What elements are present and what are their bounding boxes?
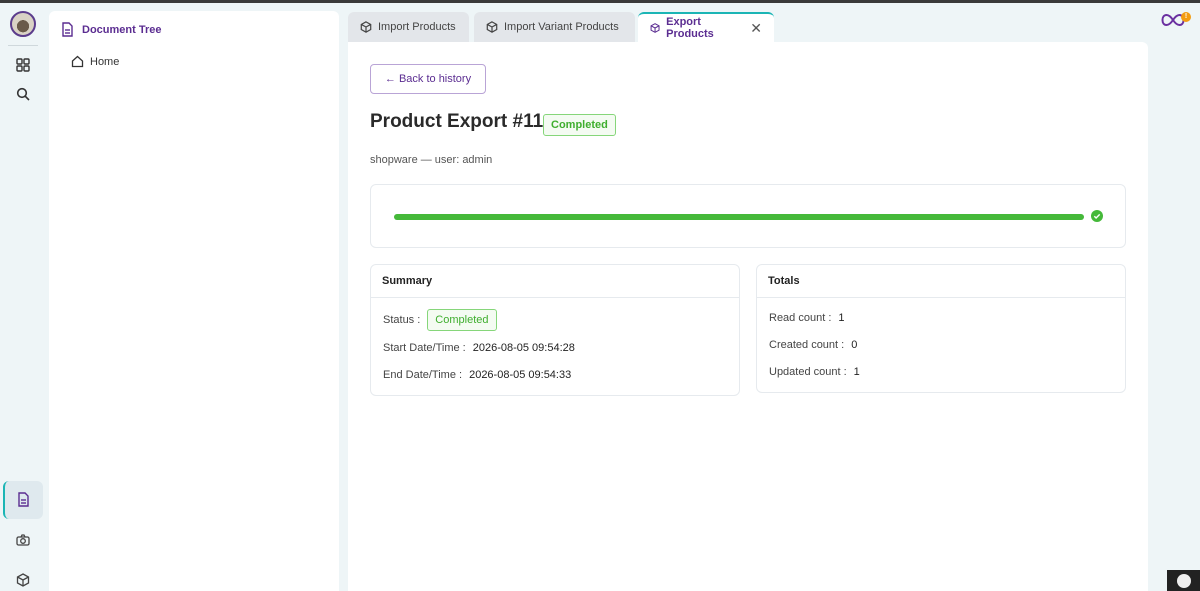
main-panel: ← Back to history Product Export #11 Com…	[348, 42, 1148, 591]
updated-count-row: Updated count : 1	[769, 366, 860, 378]
cube-icon	[360, 21, 372, 33]
tree-item-home[interactable]: Home	[71, 55, 119, 68]
home-icon	[71, 55, 84, 68]
tab-export-products[interactable]: Export Products ✕	[638, 12, 774, 42]
start-value: 2026-08-05 09:54:28	[472, 342, 575, 354]
summary-card: Summary Status : Completed Start Date/Ti…	[370, 264, 740, 396]
updated-count-value: 1	[853, 366, 860, 378]
tab-label: Export Products	[666, 16, 714, 40]
created-count-value: 0	[851, 339, 858, 351]
document-tree-title: Document Tree	[82, 23, 162, 36]
dashboard-icon[interactable]	[13, 55, 33, 75]
status-badge: Completed	[427, 309, 497, 331]
symfony-toolbar-icon[interactable]	[1167, 570, 1200, 591]
back-to-history-button[interactable]: ← Back to history	[370, 64, 486, 94]
read-count-value: 1	[838, 312, 845, 324]
progress-fill	[394, 214, 1084, 220]
top-border	[0, 0, 1200, 3]
totals-card: Totals Read count : 1 Created count : 0 …	[756, 264, 1126, 393]
summary-status-row: Status : Completed	[383, 309, 497, 331]
tab-label: Import Products	[378, 21, 456, 33]
cube-icon	[486, 21, 498, 33]
document-icon	[62, 22, 73, 37]
updated-count-label: Updated count :	[769, 366, 847, 378]
read-count-label: Read count :	[769, 312, 832, 324]
summary-start-row: Start Date/Time : 2026-08-05 09:54:28	[383, 342, 575, 354]
tab-import-products[interactable]: Import Products	[348, 12, 469, 42]
cube-icon[interactable]	[13, 570, 33, 590]
tree-item-label: Home	[90, 55, 120, 68]
avatar[interactable]	[10, 11, 36, 37]
start-label: Start Date/Time :	[383, 342, 466, 354]
document-tree-header: Document Tree	[61, 22, 161, 37]
check-circle-icon	[1091, 210, 1103, 222]
cube-icon	[650, 23, 660, 33]
read-count-row: Read count : 1	[769, 312, 845, 324]
export-subtitle: shopware — user: admin	[370, 154, 493, 166]
camera-icon[interactable]	[13, 530, 33, 550]
created-count-row: Created count : 0	[769, 339, 857, 351]
end-label: End Date/Time :	[383, 369, 463, 381]
created-count-label: Created count :	[769, 339, 845, 351]
status-badge: Completed	[543, 114, 616, 136]
progress-bar	[394, 214, 1084, 220]
end-value: 2026-08-05 09:54:33	[469, 369, 572, 381]
tab-import-variant-products[interactable]: Import Variant Products	[474, 12, 635, 42]
left-rail	[0, 3, 46, 591]
summary-heading: Summary	[371, 265, 739, 298]
page-title: Product Export #11	[370, 111, 544, 132]
notification-badge[interactable]: !	[1181, 12, 1191, 22]
close-icon[interactable]: ✕	[750, 20, 762, 37]
tab-label: Import Variant Products	[504, 21, 619, 33]
totals-heading: Totals	[757, 265, 1125, 298]
document-tree-panel: Document Tree Home	[49, 11, 339, 591]
document-icon[interactable]	[13, 489, 33, 509]
search-icon[interactable]	[13, 84, 33, 104]
summary-end-row: End Date/Time : 2026-08-05 09:54:33	[383, 369, 571, 381]
progress-card	[370, 184, 1126, 248]
status-label: Status :	[383, 314, 421, 326]
rail-divider	[8, 45, 38, 46]
